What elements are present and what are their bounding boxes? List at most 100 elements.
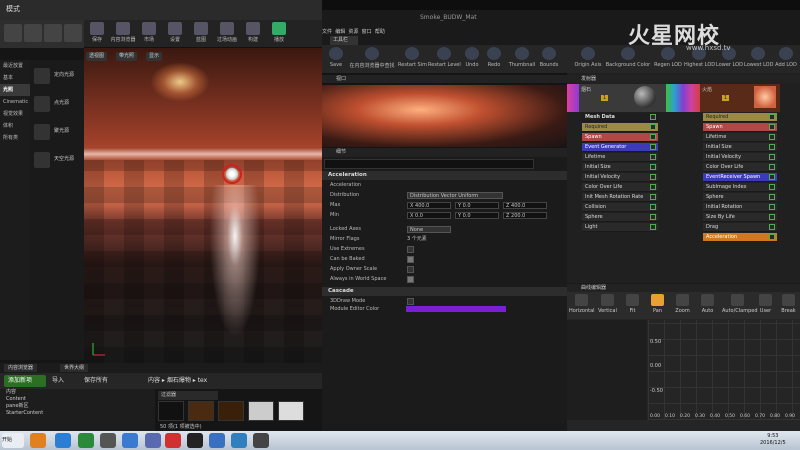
breadcrumb-item[interactable]: 烟石爆物 [167, 377, 191, 384]
module-enabled-checkbox[interactable] [769, 164, 775, 170]
emitter-module[interactable]: Spawn [582, 133, 658, 142]
distribution-dropdown[interactable]: Distribution Vector Uniform [407, 192, 503, 199]
landscape-mode-icon[interactable] [44, 24, 62, 42]
emitter-module[interactable]: Sphere [703, 193, 777, 202]
module-enabled-checkbox[interactable] [650, 224, 656, 230]
toolbar-tab[interactable]: 工具栏 [330, 36, 358, 45]
emitter-module[interactable]: Initial Velocity [703, 153, 777, 162]
module-enabled-checkbox[interactable] [769, 194, 775, 200]
emitter-module[interactable]: Required [582, 123, 658, 132]
app-icon[interactable] [209, 433, 225, 448]
menu-asset[interactable]: 资源 [348, 29, 358, 35]
category-cinematic[interactable]: Cinematic [0, 96, 30, 108]
emitter-module[interactable]: Initial Size [703, 143, 777, 152]
apply-owner-scale-checkbox[interactable] [407, 266, 414, 273]
locked-axes-dropdown[interactable]: None [407, 226, 451, 233]
app-icon[interactable] [145, 433, 161, 448]
emitter-module[interactable]: Init Mesh Rotation Rate [582, 193, 658, 202]
world-space-checkbox[interactable] [407, 276, 414, 283]
tree-item[interactable]: 内容 [0, 389, 155, 396]
min-x-field[interactable]: X 0.0 [407, 212, 451, 219]
max-y-field[interactable]: Y 0.0 [455, 202, 499, 209]
menu-file[interactable]: 文件 [322, 29, 332, 35]
section-cascade[interactable]: Cascade [322, 287, 567, 296]
module-enabled-checkbox[interactable] [769, 214, 775, 220]
background-color-button[interactable]: Background Color [604, 47, 652, 71]
emitter-module[interactable]: Event Generator [582, 143, 658, 152]
break-button[interactable]: Break [776, 293, 800, 317]
emitter-module[interactable]: Required [703, 113, 777, 122]
module-enabled-checkbox[interactable] [769, 234, 775, 240]
tree-item[interactable]: pane新区 [0, 403, 155, 410]
emitter-module[interactable]: Collision [582, 203, 658, 212]
asset-thumbnail[interactable] [158, 401, 184, 421]
emitter-module[interactable]: Spawn [703, 123, 777, 132]
details-search-input[interactable] [324, 159, 534, 169]
particle-preview-viewport[interactable] [322, 85, 567, 147]
unreal-icon[interactable] [187, 433, 203, 448]
regen-lod-button[interactable]: Regen LOD [654, 47, 682, 71]
emitter-module[interactable]: Sphere [582, 213, 658, 222]
app-icon[interactable] [122, 433, 138, 448]
max-z-field[interactable]: Z 400.0 [503, 202, 547, 209]
start-button[interactable]: 开始 [2, 433, 24, 448]
module-enabled-checkbox[interactable] [650, 134, 656, 140]
filters-button[interactable]: 过滤器 [158, 391, 218, 400]
emitter-module[interactable]: Color Over Life [703, 163, 777, 172]
module-enabled-checkbox[interactable] [769, 174, 775, 180]
module-enabled-checkbox[interactable] [769, 154, 775, 160]
perspective-button[interactable]: 透视图 [86, 52, 108, 61]
lowest-lod-button[interactable]: Lowest LOD [744, 47, 773, 71]
origin-axis-button[interactable]: Origin Axis [574, 47, 602, 71]
3d-draw-mode-checkbox[interactable] [407, 298, 414, 305]
app-icon[interactable] [253, 433, 269, 448]
module-enabled-checkbox[interactable] [650, 204, 656, 210]
zoom-button[interactable]: Zoom [670, 293, 695, 317]
module-color-swatch[interactable] [406, 306, 506, 312]
emitter-module[interactable]: Lifetime [703, 133, 777, 142]
can-be-baked-checkbox[interactable] [407, 256, 414, 263]
horizontal-fit-button[interactable]: Horizontal [569, 293, 595, 317]
module-enabled-checkbox[interactable] [769, 144, 775, 150]
marketplace-button[interactable]: 市场 [136, 22, 162, 46]
point-light-actor-icon[interactable] [222, 164, 242, 184]
module-enabled-checkbox[interactable] [769, 124, 775, 130]
play-button[interactable]: 播放 [266, 22, 292, 46]
breadcrumb-item[interactable]: 内容 [148, 377, 160, 384]
cascade-save-button[interactable]: Save [326, 47, 346, 71]
place-item-point-light[interactable]: 点光源 [30, 94, 84, 116]
asset-thumbnail[interactable] [278, 401, 304, 421]
module-enabled-checkbox[interactable] [650, 214, 656, 220]
category-visual-effects[interactable]: 视觉效果 [0, 108, 30, 120]
tree-item[interactable]: Content [0, 396, 155, 403]
pan-button[interactable]: Pan [645, 293, 670, 317]
add-lod-button[interactable]: Add LOD [774, 47, 798, 71]
save-button[interactable]: 保存 [84, 22, 110, 46]
save-all-button[interactable]: 保存所有 [84, 375, 108, 387]
module-enabled-checkbox[interactable] [769, 184, 775, 190]
app-icon[interactable] [78, 433, 94, 448]
menu-window[interactable]: 窗口 [362, 29, 372, 35]
module-enabled-checkbox[interactable] [650, 114, 656, 120]
module-enabled-checkbox[interactable] [769, 134, 775, 140]
module-enabled-checkbox[interactable] [650, 144, 656, 150]
min-y-field[interactable]: Y 0.0 [455, 212, 499, 219]
module-enabled-checkbox[interactable] [769, 114, 775, 120]
import-button[interactable]: 导入 [52, 375, 64, 387]
asset-thumbnail[interactable] [188, 401, 214, 421]
module-enabled-checkbox[interactable] [769, 224, 775, 230]
emitter-module[interactable]: Mesh Data [582, 113, 658, 122]
emitter-module[interactable]: Color Over Life [582, 183, 658, 192]
restart-level-button[interactable]: Restart Level [428, 47, 461, 71]
emitter-module[interactable]: Drag [703, 223, 777, 232]
auto-clamped-button[interactable]: Auto/Clamped [722, 293, 758, 317]
show-button[interactable]: 显示 [146, 52, 163, 61]
tab-world-outliner[interactable]: 世界大纲 [60, 364, 89, 372]
module-enabled-checkbox[interactable] [650, 124, 656, 130]
module-enabled-checkbox[interactable] [650, 154, 656, 160]
menu-help[interactable]: 帮助 [375, 29, 385, 35]
menu-edit[interactable]: 编辑 [335, 29, 345, 35]
lit-button[interactable]: 带光照 [116, 52, 138, 61]
category-recent[interactable]: 最近放置 [0, 60, 30, 72]
emitter-module[interactable]: Initial Velocity [582, 173, 658, 182]
